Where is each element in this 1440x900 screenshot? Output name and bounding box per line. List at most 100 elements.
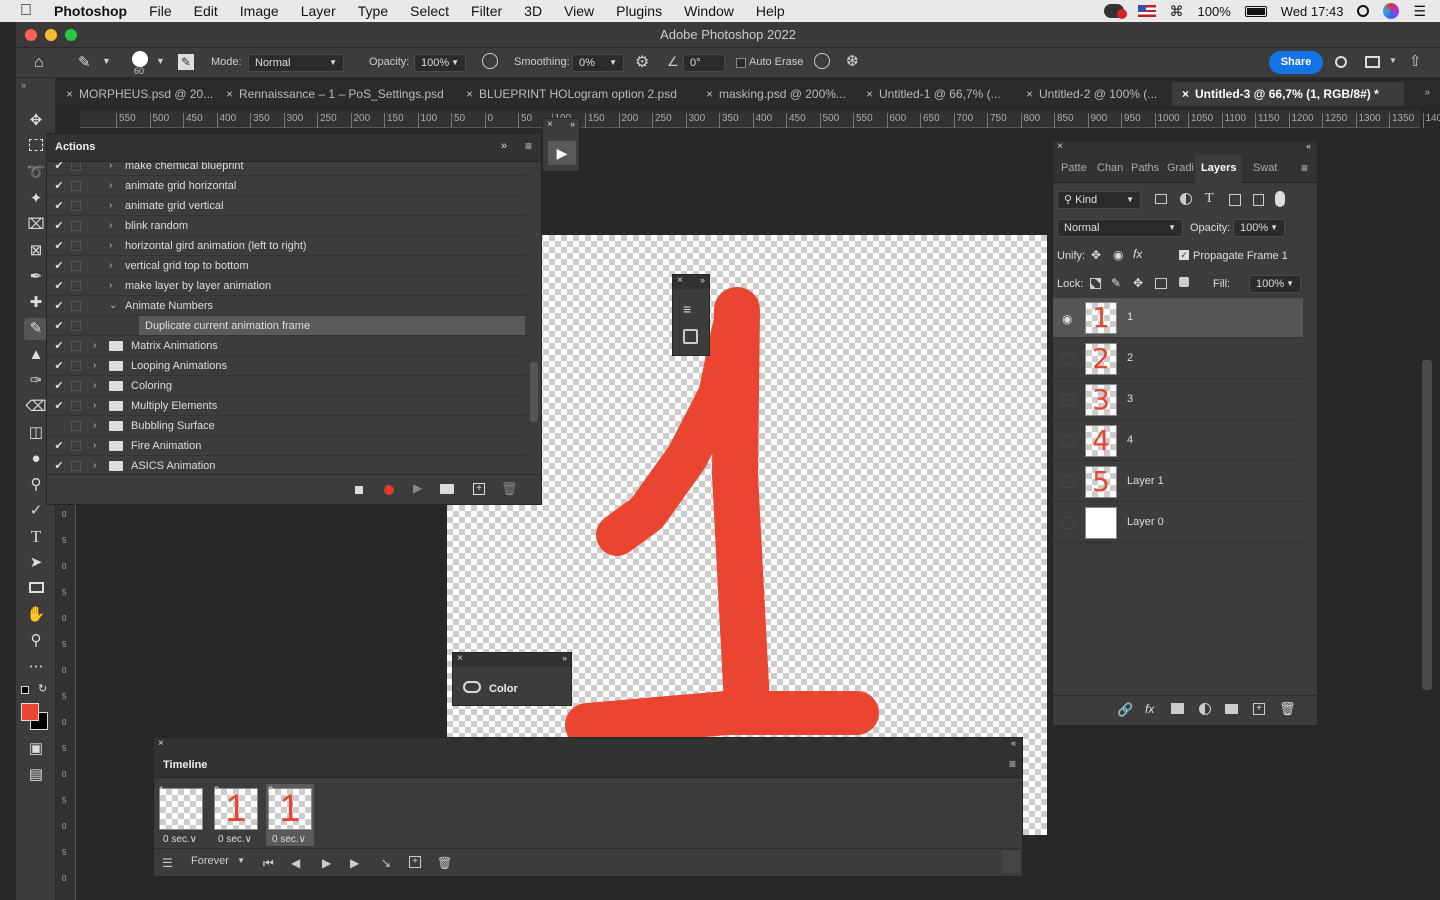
- expand-icon[interactable]: »: [501, 140, 507, 152]
- battery-icon[interactable]: [1244, 5, 1267, 17]
- chevron-right-icon[interactable]: ›: [93, 376, 96, 396]
- close-icon[interactable]: ×: [1172, 87, 1195, 101]
- convert-to-video-timeline-icon[interactable]: ☰: [162, 856, 173, 870]
- action-row[interactable]: ✔ › ASICS Animation: [47, 456, 527, 474]
- panel-menu-icon[interactable]: ≡: [1009, 757, 1016, 771]
- properties-icon[interactable]: [683, 329, 698, 344]
- clone-stamp-tool-icon[interactable]: ▲: [24, 344, 48, 366]
- marquee-tool-icon[interactable]: [24, 136, 48, 158]
- tab-morpheus[interactable]: × MORPHEUS.psd @ 20...: [56, 82, 216, 106]
- minimize-window-button[interactable]: [45, 29, 57, 41]
- dialog-toggle-box[interactable]: [71, 162, 81, 171]
- apple-icon[interactable]: : [0, 0, 43, 22]
- zoom-tool-icon[interactable]: ⚲: [24, 630, 48, 652]
- action-row[interactable]: ✔ › animate grid vertical: [47, 196, 527, 216]
- gear-icon[interactable]: ⚙: [635, 52, 649, 72]
- workspace-layout-icon[interactable]: [1365, 56, 1380, 68]
- brush-preview-icon[interactable]: [132, 51, 148, 67]
- menu-plugins[interactable]: Plugins: [605, 0, 673, 22]
- dialog-toggle-box[interactable]: [71, 341, 81, 351]
- dialog-toggle-box[interactable]: [71, 381, 81, 391]
- blend-mode-select[interactable]: Normal ▼: [1057, 219, 1183, 237]
- control-center-icon[interactable]: ☰: [1413, 3, 1426, 20]
- new-adjustment-layer-icon[interactable]: [1199, 703, 1211, 715]
- layer-row[interactable]: 44: [1053, 421, 1303, 461]
- menu-edit[interactable]: Edit: [183, 0, 229, 22]
- filter-toggle-icon[interactable]: [1275, 191, 1285, 207]
- hand-tool-icon[interactable]: ✋: [24, 604, 48, 626]
- layer-fill-input[interactable]: 100% ▼: [1249, 275, 1301, 293]
- menu-layer[interactable]: Layer: [290, 0, 347, 22]
- canvas-vertical-scrollbar[interactable]: [1422, 360, 1432, 690]
- siri-icon[interactable]: [1383, 3, 1400, 19]
- paint-bucket-tool-icon[interactable]: ◫: [24, 422, 48, 444]
- dialog-toggle-box[interactable]: [71, 441, 81, 451]
- share-button[interactable]: Share: [1269, 51, 1323, 74]
- type-tool-icon[interactable]: T: [24, 526, 48, 548]
- layer-filter-kind-select[interactable]: ⚲ Kind ▼: [1057, 191, 1141, 209]
- lock-artboard-icon[interactable]: [1155, 278, 1167, 289]
- dialog-toggle-box[interactable]: [71, 301, 81, 311]
- duplicate-frame-icon[interactable]: +: [409, 856, 421, 868]
- action-row[interactable]: › Bubbling Surface: [47, 416, 527, 436]
- magic-wand-tool-icon[interactable]: ✦: [24, 188, 48, 210]
- default-colors-icon[interactable]: [21, 686, 29, 694]
- chevron-right-icon[interactable]: ›: [93, 356, 96, 376]
- play-animation-icon[interactable]: ▶: [322, 856, 331, 870]
- frame-tool-icon[interactable]: ⊠: [24, 240, 48, 262]
- rectangle-tool-icon[interactable]: [24, 578, 48, 600]
- lock-image-pixels-icon[interactable]: ✎: [1111, 276, 1121, 290]
- auto-erase-label[interactable]: Auto Erase: [749, 56, 803, 68]
- adjustments-sliders-icon[interactable]: ≡: [683, 301, 691, 317]
- delete-frame-trash-icon[interactable]: 🗑: [437, 856, 452, 870]
- checkmark-icon[interactable]: ✔: [53, 336, 65, 356]
- next-frame-icon[interactable]: ▶: [350, 856, 359, 870]
- color-palette-icon[interactable]: [463, 681, 481, 693]
- propagate-frame-label[interactable]: Propagate Frame 1: [1193, 250, 1288, 262]
- unify-position-icon[interactable]: ✥: [1091, 248, 1101, 262]
- symmetry-butterfly-icon[interactable]: ❆: [846, 52, 859, 70]
- timeline-scroll-handle[interactable]: [1002, 851, 1020, 873]
- tab-channels[interactable]: Chan: [1097, 162, 1123, 174]
- panel-menu-icon[interactable]: ≡: [525, 139, 532, 153]
- actions-panel-title[interactable]: Actions: [55, 141, 95, 153]
- chevron-right-icon[interactable]: ›: [93, 416, 96, 436]
- chevron-right-icon[interactable]: ›: [109, 236, 112, 256]
- action-row[interactable]: ✔ › Looping Animations: [47, 356, 527, 376]
- checkmark-icon[interactable]: ✔: [53, 456, 65, 474]
- dialog-toggle-box[interactable]: [71, 221, 81, 231]
- tab-untitled-3[interactable]: × Untitled-3 @ 66,7% (1, RGB/8#) *: [1172, 82, 1404, 106]
- layer-row[interactable]: 22: [1053, 339, 1303, 379]
- pen-tool-icon[interactable]: ✓: [24, 500, 48, 522]
- checkmark-icon[interactable]: ✔: [53, 256, 65, 276]
- trash-icon[interactable]: 🗑: [501, 481, 518, 497]
- loop-select[interactable]: Forever ▼: [185, 853, 251, 871]
- collapse-toolbar-icon[interactable]: »: [21, 80, 26, 90]
- expand-icon[interactable]: »: [700, 275, 705, 285]
- chevron-right-icon[interactable]: ›: [93, 336, 96, 356]
- close-icon[interactable]: ×: [158, 738, 164, 749]
- menu-type[interactable]: Type: [347, 0, 399, 22]
- opacity-input[interactable]: 100% ▼: [414, 54, 466, 72]
- close-window-button[interactable]: [25, 29, 37, 41]
- tab-rennaissance[interactable]: × Rennaissance – 1 – PoS_Settings.psd: [216, 82, 456, 106]
- collapse-icon[interactable]: «: [1306, 141, 1311, 151]
- action-row[interactable]: ✔ › make layer by layer animation: [47, 276, 527, 296]
- menu-app-name[interactable]: Photoshop: [43, 0, 138, 22]
- menu-help[interactable]: Help: [745, 0, 796, 22]
- menu-image[interactable]: Image: [229, 0, 290, 22]
- cloud-status-icon[interactable]: [1103, 4, 1127, 19]
- chevron-right-icon[interactable]: ›: [109, 216, 112, 236]
- unify-visibility-icon[interactable]: ◉: [1113, 248, 1123, 262]
- blur-tool-icon[interactable]: ●: [24, 448, 48, 470]
- menu-view[interactable]: View: [553, 0, 605, 22]
- more-tabs-icon[interactable]: »: [1424, 87, 1430, 98]
- link-layers-icon[interactable]: 🔗: [1117, 702, 1133, 718]
- checkmark-icon[interactable]: ✔: [53, 216, 65, 236]
- checkmark-icon[interactable]: ✔: [53, 162, 65, 176]
- layer-row[interactable]: 5 Layer 1: [1053, 462, 1303, 502]
- chevron-right-icon[interactable]: ›: [109, 162, 112, 176]
- animation-frame[interactable]: 31 0 sec.∨: [266, 784, 314, 846]
- action-row[interactable]: ✔ Duplicate current animation frame: [47, 316, 527, 336]
- animation-frame[interactable]: 1 0 sec.∨: [157, 784, 205, 846]
